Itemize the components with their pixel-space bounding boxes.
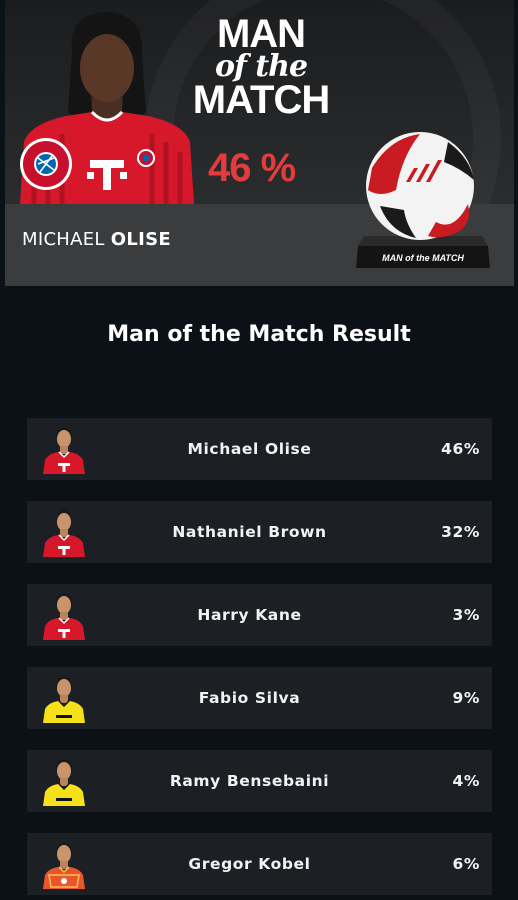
winner-name: MICHAEL OLISE: [22, 229, 171, 250]
result-row-5: Ramy Bensebaini 4%: [27, 750, 492, 812]
trophy-ball-icon: MAN of the MATCH: [356, 132, 490, 268]
player-avatar: [43, 842, 85, 889]
motm-title: MAN of the MATCH: [186, 14, 336, 120]
title-line-3: MATCH: [192, 78, 330, 122]
winner-last-name: OLISE: [110, 229, 172, 250]
winner-first-name: MICHAEL: [22, 229, 105, 250]
svg-text:MAN of the MATCH: MAN of the MATCH: [382, 253, 464, 263]
result-row-2: Nathaniel Brown 32%: [27, 501, 492, 563]
player-avatar: [43, 759, 85, 806]
result-title: Man of the Match Result: [107, 322, 411, 347]
player-percent: 6%: [452, 855, 480, 873]
player-name: Harry Kane: [197, 606, 302, 624]
player-percent: 4%: [452, 772, 480, 790]
player-portrait: [20, 12, 194, 204]
result-row-1: Michael Olise 46%: [27, 418, 492, 480]
player-avatar: [43, 593, 85, 640]
player-name: Gregor Kobel: [188, 855, 311, 873]
result-row-6: Gregor Kobel 6%: [27, 833, 492, 895]
player-name: Michael Olise: [187, 440, 312, 458]
player-name: Ramy Bensebaini: [169, 772, 330, 790]
player-avatar: [43, 510, 85, 557]
player-percent: 32%: [441, 523, 480, 541]
player-name: Fabio Silva: [198, 689, 301, 707]
player-name: Nathaniel Brown: [172, 523, 327, 541]
result-row-3: Harry Kane 3%: [27, 584, 492, 646]
player-avatar: [43, 676, 85, 723]
title-line-1: MAN: [216, 12, 306, 56]
player-percent: 9%: [452, 689, 480, 707]
winner-percent: 46 %: [208, 146, 296, 190]
player-percent: 3%: [452, 606, 480, 624]
result-row-4: Fabio Silva 9%: [27, 667, 492, 729]
player-percent: 46%: [441, 440, 480, 458]
player-avatar: [43, 427, 85, 474]
